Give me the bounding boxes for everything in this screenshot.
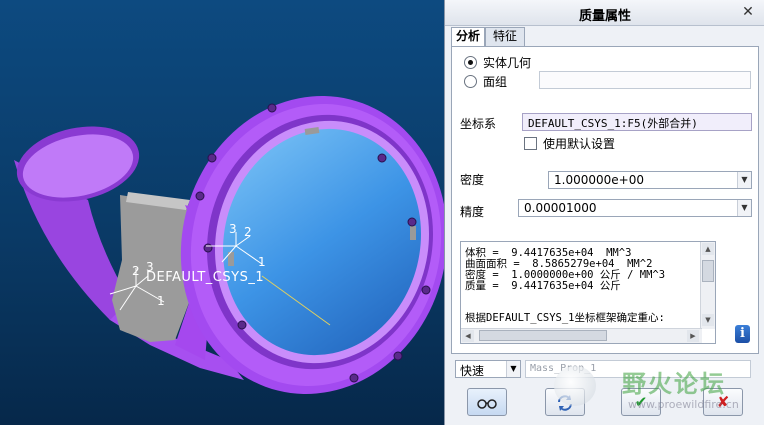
results-vertical-scrollbar[interactable]: ▲ ▼ [700, 242, 715, 329]
coordinate-system-label: 坐标系 [460, 117, 497, 131]
use-default-option[interactable]: 使用默认设置 [524, 135, 615, 152]
surface-option[interactable]: 面组 [464, 73, 507, 89]
info-icon[interactable]: i [735, 325, 750, 343]
surface-radio[interactable] [464, 74, 477, 88]
glasses-icon [476, 393, 498, 411]
csys-name-label: DEFAULT_CSYS_1 [146, 270, 265, 285]
refresh-icon [555, 393, 575, 411]
mode-combo[interactable]: 快速 ▼ [455, 360, 521, 378]
axis-label: 2 [244, 225, 252, 239]
mode-value: 快速 [460, 364, 485, 378]
rib [410, 226, 416, 240]
surface-collector-field[interactable] [539, 71, 751, 89]
feature-name-field[interactable]: Mass_Prop_1 [525, 360, 751, 378]
dialog-title: 质量属性 [578, 9, 631, 24]
density-value: 1.000000e+00 [554, 173, 644, 187]
surface-label: 面组 [483, 74, 508, 89]
mass-properties-dialog: 质量属性 ✕ 分析 特征 实体几何 面组 坐标系 DEFAULT_CSYS_1:… [444, 0, 764, 425]
model-viewport[interactable]: 3 2 1 2 3 1 DEFAULT_CSYS_1 [0, 0, 444, 425]
solid-geometry-radio[interactable] [464, 55, 477, 69]
recalculate-button[interactable] [545, 388, 585, 416]
solid-geometry-label: 实体几何 [483, 55, 532, 70]
scroll-thumb[interactable] [702, 260, 714, 282]
results-note: 根据DEFAULT_CSYS_1坐标框架确定重心: [465, 312, 665, 324]
scroll-left-icon[interactable]: ◀ [462, 330, 474, 342]
tab-feature[interactable]: 特征 [485, 27, 525, 46]
ok-button[interactable]: ✔ [621, 388, 661, 416]
precision-value: 0.00001000 [524, 201, 597, 215]
close-icon[interactable]: ✕ [739, 3, 757, 21]
results-lines: 体积 = 9.4417635e+04 MM^3 曲面面积 = 8.5865279… [465, 248, 665, 292]
analysis-panel: 实体几何 面组 坐标系 DEFAULT_CSYS_1:F5(外部合并) 使用默认… [451, 46, 759, 354]
chevron-down-icon[interactable]: ▼ [737, 172, 751, 188]
check-icon: ✔ [634, 393, 648, 411]
solid-geometry-option[interactable]: 实体几何 [464, 54, 531, 70]
coordinate-system-field[interactable]: DEFAULT_CSYS_1:F5(外部合并) [522, 113, 752, 131]
precision-combo[interactable]: 0.00001000 ▼ [518, 199, 752, 217]
result-line: 质量 = 9.4417635e+04 公斤 [465, 280, 621, 292]
scroll-down-icon[interactable]: ▼ [702, 314, 714, 326]
preview-button[interactable] [467, 388, 507, 416]
chevron-down-icon[interactable]: ▼ [737, 200, 751, 216]
tab-analysis[interactable]: 分析 [451, 27, 485, 47]
model-graphic: 3 2 1 2 3 1 [14, 95, 444, 395]
use-default-label: 使用默认设置 [543, 137, 616, 151]
axis-label: 1 [258, 255, 266, 269]
results-area[interactable]: 体积 = 9.4417635e+04 MM^3 曲面面积 = 8.5865279… [460, 241, 716, 344]
results-horizontal-scrollbar[interactable]: ◀ ▶ [461, 328, 702, 343]
axis-label: 3 [229, 222, 237, 236]
scroll-thumb[interactable] [479, 330, 607, 341]
cancel-icon: ✘ [716, 393, 730, 411]
use-default-checkbox[interactable] [524, 137, 537, 150]
axis-label: 2 [132, 264, 140, 278]
precision-label: 精度 [460, 205, 485, 219]
dialog-titlebar: 质量属性 ✕ [445, 0, 764, 26]
density-combo[interactable]: 1.000000e+00 ▼ [548, 171, 752, 189]
scroll-up-icon[interactable]: ▲ [702, 243, 714, 255]
cancel-button[interactable]: ✘ [703, 388, 743, 416]
scroll-right-icon[interactable]: ▶ [687, 330, 699, 342]
axis-label: 1 [157, 294, 165, 308]
chevron-down-icon[interactable]: ▼ [506, 361, 520, 377]
density-label: 密度 [460, 173, 485, 187]
